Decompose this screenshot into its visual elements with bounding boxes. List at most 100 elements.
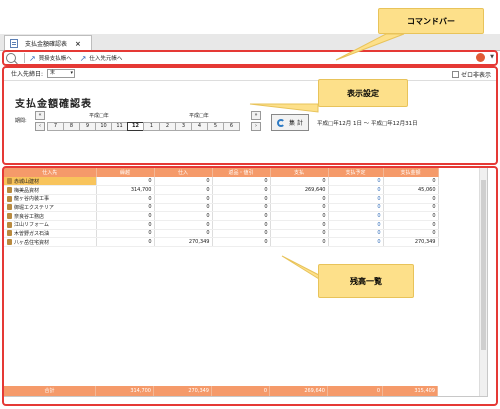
- next-year-button[interactable]: »: [251, 111, 261, 120]
- balance-list: 仕入先 繰越 仕入 返品・値引 支払 支払予定 支払金額 赤城山建材 0 0 0…: [3, 167, 488, 397]
- month-button[interactable]: 5: [207, 122, 224, 131]
- planned-cell: 0: [328, 194, 384, 204]
- carryover-cell: 0: [96, 220, 155, 230]
- close-icon[interactable]: ×: [75, 40, 81, 48]
- hide-zero-checkbox[interactable]: [451, 71, 459, 78]
- column-header[interactable]: 仕入先: [4, 168, 97, 177]
- person-icon: [7, 230, 12, 237]
- table-row[interactable]: 奈良谷工務店 0 0 0 0 0 0: [4, 211, 439, 221]
- amount-cell: 0: [383, 194, 439, 204]
- month-button[interactable]: 8: [63, 122, 80, 131]
- total-carryover: 314,700: [96, 386, 154, 396]
- settings-gear-icon[interactable]: [476, 53, 485, 62]
- purchase-cell: 0: [154, 185, 213, 195]
- column-header[interactable]: 仕入: [154, 168, 213, 177]
- planned-cell: 0: [328, 229, 384, 239]
- closing-day-label: 仕入先締日:: [11, 71, 44, 78]
- column-header[interactable]: 支払予定: [328, 168, 384, 177]
- table-row[interactable]: 木曽野ガス石油 0 0 0 0 0 0: [4, 229, 439, 239]
- next-month-button[interactable]: ›: [251, 122, 261, 131]
- vertical-scrollbar[interactable]: [479, 168, 487, 396]
- carryover-cell: 0: [96, 237, 155, 247]
- refresh-icon: [277, 118, 286, 127]
- month-button[interactable]: 1: [143, 122, 160, 131]
- column-header[interactable]: 支払金額: [383, 168, 439, 177]
- callout-display-settings: 表示設定: [318, 79, 408, 107]
- month-button[interactable]: 3: [175, 122, 192, 131]
- table-row[interactable]: 八ヶ岳住宅資材 0 270,349 0 0 0 270,349: [4, 237, 439, 247]
- supplier-name: 江山リフォーム: [14, 222, 49, 229]
- payables-ledger-link[interactable]: ↗ 買掛支払帳へ: [29, 54, 72, 63]
- month-button[interactable]: 11: [111, 122, 128, 131]
- closing-day-select[interactable]: 末: [47, 69, 76, 78]
- supplier-cell: 梅美品資材: [4, 185, 97, 195]
- purchase-cell: 270,349: [154, 237, 213, 247]
- jump-arrow-icon: ↗: [79, 53, 87, 63]
- returns-cell: 0: [212, 211, 271, 221]
- total-planned: 0: [328, 386, 383, 396]
- payment-cell: 0: [270, 211, 329, 221]
- month-button[interactable]: 9: [79, 122, 96, 131]
- month-button[interactable]: 7: [47, 122, 64, 131]
- planned-cell: 0: [328, 220, 384, 230]
- purchase-cell: 0: [154, 211, 213, 221]
- returns-cell: 0: [212, 203, 271, 213]
- table-row[interactable]: 梅美品資材 314,700 0 0 269,640 0 45,060: [4, 185, 439, 195]
- person-icon: [7, 204, 12, 211]
- month-button-selected[interactable]: 12: [127, 122, 144, 131]
- returns-cell: 0: [212, 220, 271, 230]
- person-icon: [7, 187, 12, 194]
- month-button[interactable]: 2: [159, 122, 176, 131]
- prev-year-button[interactable]: «: [35, 111, 45, 120]
- tab-strip: 支払金額確認表 ×: [0, 34, 500, 51]
- person-icon: [7, 239, 12, 246]
- column-header[interactable]: 返品・値引: [212, 168, 271, 177]
- scroll-thumb[interactable]: [481, 180, 486, 350]
- supplier-cell: 龍ヶ谷内装工事: [4, 194, 97, 204]
- column-header[interactable]: 繰越: [96, 168, 155, 177]
- search-icon[interactable]: [6, 53, 16, 63]
- purchase-cell: 0: [154, 194, 213, 204]
- table-row[interactable]: 赤城山建材 0 0 0 0 0 0: [4, 177, 439, 187]
- command-bar: ↗ 買掛支払帳へ ↗ 仕入先元帳へ ▼: [3, 51, 497, 65]
- supplier-cell: 八ヶ岳住宅資材: [4, 237, 97, 247]
- month-button[interactable]: 10: [95, 122, 112, 131]
- person-icon: [7, 195, 12, 202]
- month-button[interactable]: 6: [223, 122, 240, 131]
- supplier-cell: 御堀エクステリア: [4, 203, 97, 213]
- tab-label: 支払金額確認表: [25, 41, 68, 48]
- planned-cell: 0: [328, 237, 384, 247]
- chevron-down-icon[interactable]: ▼: [490, 54, 494, 60]
- column-header[interactable]: 支払: [270, 168, 329, 177]
- purchase-cell: 0: [154, 229, 213, 239]
- table-row[interactable]: 江山リフォーム 0 0 0 0 0 0: [4, 220, 439, 230]
- supplier-cell: 木曽野ガス石油: [4, 229, 97, 239]
- month-button[interactable]: 4: [191, 122, 208, 131]
- amount-cell: 0: [383, 177, 439, 187]
- table-row[interactable]: 龍ヶ谷内装工事 0 0 0 0 0 0: [4, 194, 439, 204]
- payables-ledger-label: 買掛支払帳へ: [38, 56, 72, 62]
- amount-cell: 0: [383, 229, 439, 239]
- payment-cell: 0: [270, 203, 329, 213]
- carryover-cell: 0: [96, 229, 155, 239]
- supplier-name: 奈良谷工務店: [14, 213, 45, 220]
- carryover-cell: 0: [96, 211, 155, 221]
- table-row[interactable]: 御堀エクステリア 0 0 0 0 0 0: [4, 203, 439, 213]
- page-title: 支払金額確認表: [15, 99, 92, 110]
- supplier-ledger-link[interactable]: ↗ 仕入先元帳へ: [80, 54, 123, 63]
- purchase-cell: 0: [154, 220, 213, 230]
- settings-top-row: 仕入先締日: 末 ゼロ非表示: [3, 67, 497, 81]
- supplier-name: 龍ヶ谷内装工事: [14, 196, 50, 203]
- tab-payment-check[interactable]: 支払金額確認表 ×: [4, 35, 92, 51]
- purchase-cell: 0: [154, 177, 213, 187]
- total-purchase: 270,349: [154, 386, 212, 396]
- purchase-cell: 0: [154, 203, 213, 213]
- app-window: 支払金額確認表 × ↗ 買掛支払帳へ ↗ 仕入先元帳へ ▼ 仕入先締日: 末 ゼ…: [0, 0, 500, 409]
- callout-balance-list: 残高一覧: [318, 264, 414, 298]
- calculate-label: 集 計: [289, 120, 303, 127]
- calculate-button[interactable]: 集 計: [271, 114, 309, 131]
- amount-cell: 270,349: [383, 237, 439, 247]
- hide-zero-toggle[interactable]: ゼロ非表示: [451, 70, 491, 79]
- prev-month-button[interactable]: ‹: [35, 122, 45, 131]
- planned-cell: 0: [328, 185, 384, 195]
